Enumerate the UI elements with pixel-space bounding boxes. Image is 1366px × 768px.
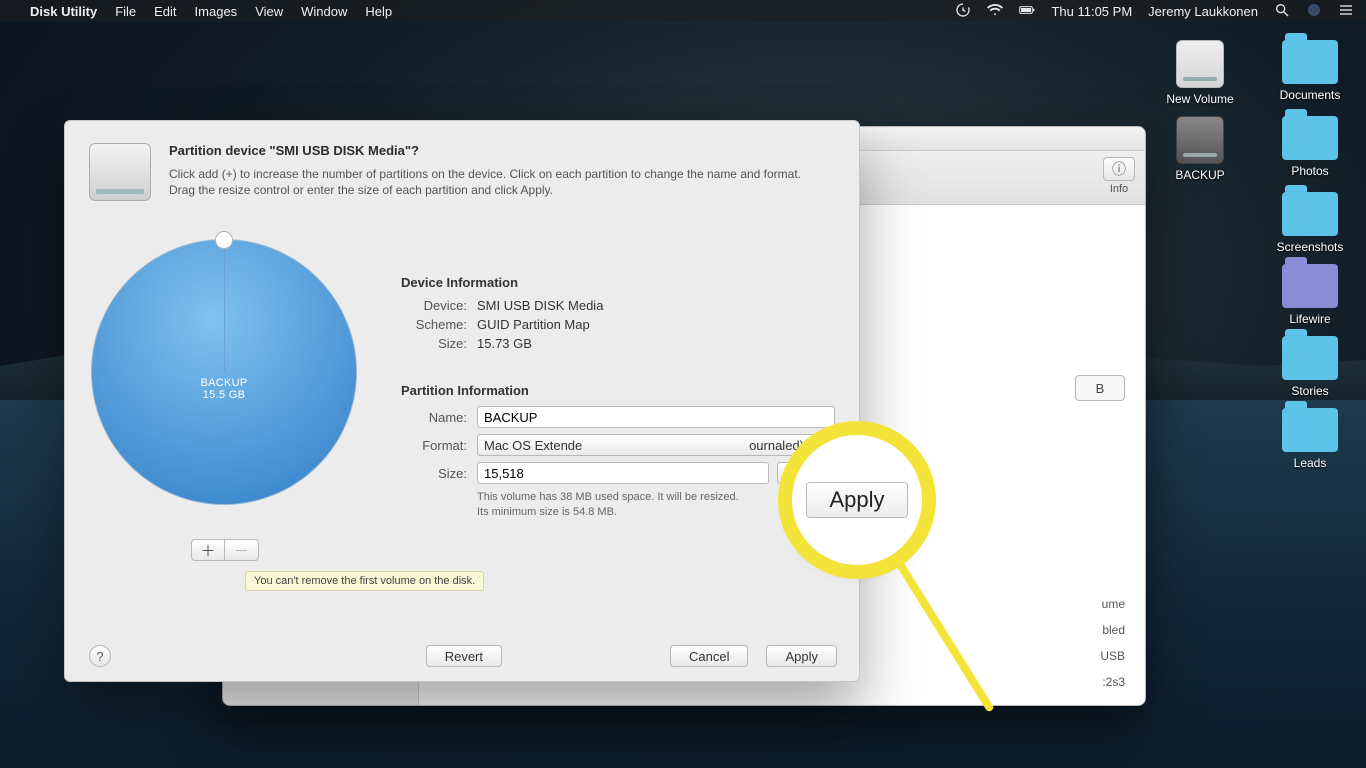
desktop-folder-documents[interactable]: Documents [1270,40,1350,106]
folder-icon [1282,336,1338,380]
desktop-folder-photos[interactable]: Photos [1270,116,1350,182]
toolbar-info[interactable]: ⓘInfo [1103,157,1135,195]
timemachine-icon[interactable] [955,2,971,21]
partition-info-header: Partition Information [401,383,835,398]
scheme-value: GUID Partition Map [477,317,590,332]
menu-edit[interactable]: Edit [154,4,176,19]
annotation-apply-zoom: Apply [806,482,907,518]
folder-icon [1282,408,1338,452]
resize-handle[interactable] [215,231,233,249]
cancel-button[interactable]: Cancel [670,645,748,667]
notification-center-icon[interactable] [1338,2,1354,21]
user-name[interactable]: Jeremy Laukkonen [1148,4,1258,19]
apply-button[interactable]: Apply [766,645,837,667]
device-info-header: Device Information [401,275,835,290]
partition-pie[interactable]: BACKUP15.5 GB [91,239,357,505]
remove-disabled-tooltip: You can't remove the first volume on the… [245,571,484,591]
menu-view[interactable]: View [255,4,283,19]
desktop-folder-screenshots[interactable]: Screenshots [1270,192,1350,254]
drive-icon [1176,40,1224,88]
help-button[interactable]: ? [89,645,111,667]
clock-text[interactable]: Thu 11:05 PM [1051,4,1132,19]
desktop-drive-backup[interactable]: BACKUP [1160,116,1240,182]
partition-name-input[interactable] [477,406,835,428]
desktop-icons: New Volume Documents BACKUP Photos Scree… [1140,40,1350,470]
menubar: Disk Utility File Edit Images View Windo… [0,0,1366,22]
wifi-icon[interactable] [987,2,1003,21]
partial-info: ume bled USB :2s3 [1100,591,1125,695]
remove-partition-button: － [225,539,259,561]
menu-help[interactable]: Help [365,4,392,19]
desktop-folder-leads[interactable]: Leads [1270,408,1350,470]
folder-icon [1282,116,1338,160]
info-icon: ⓘ [1103,157,1135,181]
sheet-subtitle: Click add (+) to increase the number of … [169,166,809,198]
folder-icon [1282,192,1338,236]
spotlight-icon[interactable] [1274,2,1290,21]
menu-images[interactable]: Images [195,4,238,19]
drive-icon [1176,116,1224,164]
siri-icon[interactable] [1306,2,1322,21]
format-select[interactable]: Mac OS Extende ournaled) ⌃⌄ [477,434,835,456]
app-name[interactable]: Disk Utility [30,4,97,19]
device-size: 15.73 GB [477,336,532,351]
volume-chip: B [1075,375,1125,401]
folder-icon [1282,264,1338,308]
annotation-highlight: Apply [792,435,922,565]
desktop-drive-newvolume[interactable]: New Volume [1160,40,1240,106]
menu-window[interactable]: Window [301,4,347,19]
partition-sheet: Partition device "SMI USB DISK Media"? C… [64,120,860,682]
add-partition-button[interactable]: ＋ [191,539,225,561]
disk-large-icon [89,143,151,201]
desktop-folder-lifewire[interactable]: Lifewire [1270,264,1350,326]
size-input[interactable] [477,462,769,484]
size-note: This volume has 38 MB used space. It wil… [477,490,835,520]
folder-icon [1282,40,1338,84]
revert-button[interactable]: Revert [426,645,502,667]
battery-icon[interactable] [1019,2,1035,21]
device-value: SMI USB DISK Media [477,298,603,313]
desktop-folder-stories[interactable]: Stories [1270,336,1350,398]
menu-file[interactable]: File [115,4,136,19]
sheet-title: Partition device "SMI USB DISK Media"? [169,143,809,158]
